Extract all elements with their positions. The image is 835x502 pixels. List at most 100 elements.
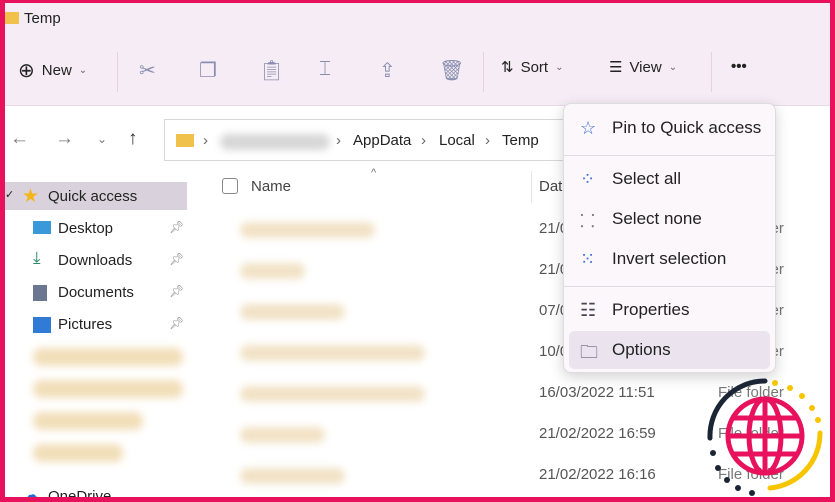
sidebar-item-documents[interactable]: Documents 📌︎ [5,278,187,306]
watermark-globe-logo [707,378,823,496]
menu-item-invert-selection[interactable]: ⁙ Invert selection [569,240,770,278]
sort-button[interactable]: ⇅ Sort ⌄ [501,58,564,77]
star-icon: ☆ [580,118,597,138]
new-label: New [41,62,72,79]
column-divider [531,171,532,203]
sidebar-item-onedrive[interactable]: ☁ OneDrive [5,482,187,497]
sidebar-item-quick-access[interactable]: ✓ ★ Quick access [5,182,187,210]
address-bar[interactable]: › › AppData › Local › Temp [164,119,584,161]
pin-icon[interactable]: 📌︎ [169,252,184,266]
folder-options-icon: 🗀︎ [580,342,598,362]
pin-icon[interactable]: 📌︎ [169,220,184,234]
view-label: View [629,58,662,76]
more-button[interactable]: ••• [731,58,747,75]
up-icon[interactable]: ↑ [128,128,138,150]
redacted-folder-name [240,468,345,484]
new-button[interactable]: ⊕ New ⌄ [18,58,87,83]
cloud-icon: ☁ [23,487,39,497]
row-date: 16/03/2022 11:51 [539,384,655,401]
window-title: Temp [24,10,61,27]
row-date: 21/02/2022 16:59 [539,425,656,442]
redacted-folder-name [240,304,345,320]
copy-icon[interactable]: ❐ [199,58,217,83]
row-date: 21/02/2022 16:16 [539,466,656,483]
divider [483,52,484,92]
redacted-folder-name [240,386,425,402]
sort-label: Sort [520,58,549,76]
chevron-down-icon: ⌄ [555,61,564,73]
pin-icon[interactable]: 📌︎ [169,316,184,330]
share-icon[interactable]: ⇪ [379,58,396,83]
select-all-icon: ⁘ [580,169,596,189]
download-icon: ⤓ [33,248,41,267]
menu-item-label: Pin to Quick access [612,118,762,137]
redacted-folder-name [240,222,375,238]
view-icon: ☰ [609,59,623,76]
cut-icon[interactable]: ✂ [139,58,156,83]
delete-icon[interactable]: 🗑︎ [439,58,464,83]
sidebar-item-label: OneDrive [48,488,112,497]
divider [117,52,118,92]
select-none-icon: ⸬ [580,211,595,231]
plus-icon: ⊕ [18,60,35,82]
divider [711,52,712,92]
sidebar-item-pictures[interactable]: Pictures 📌︎ [5,310,187,338]
more-options-menu: ☆ Pin to Quick access ⁘ Select all ⸬ Select… [563,103,776,373]
menu-item-select-none[interactable]: ⸬ Select none [569,200,770,238]
sidebar-item-label: Desktop [58,220,114,237]
redacted-item [33,412,143,430]
breadcrumb-separator: › [336,132,341,149]
redacted-folder-name [240,427,325,443]
expand-chevron-icon[interactable]: ✓ [5,188,14,201]
menu-separator [564,286,775,287]
breadcrumb-temp[interactable]: Temp [502,132,539,149]
redacted-folder-name [240,345,425,361]
view-button[interactable]: ☰ View ⌄ [609,58,678,77]
desktop-icon [33,221,51,234]
sort-ascending-icon: ^ [371,167,377,179]
breadcrumb-separator: › [203,132,208,149]
pin-icon[interactable]: 📌︎ [169,284,184,298]
chevron-down-icon: ⌄ [668,61,678,73]
menu-item-pin-to-quick-access[interactable]: ☆ Pin to Quick access [569,109,770,147]
redacted-username [220,134,330,150]
sort-icon: ⇅ [501,59,514,76]
folder-icon [176,134,194,147]
breadcrumb-local[interactable]: Local [439,132,475,149]
sidebar-item-label: Documents [58,284,134,301]
select-all-checkbox[interactable] [222,178,238,194]
sidebar-item-label: Quick access [48,188,138,205]
invert-selection-icon: ⁙ [580,249,596,269]
menu-item-properties[interactable]: ☷ Properties [569,291,770,329]
sidebar-item-label: Pictures [58,316,113,333]
back-icon[interactable]: ← [10,128,29,150]
forward-icon[interactable]: → [55,128,74,150]
breadcrumb-appdata[interactable]: AppData [353,132,411,149]
menu-item-label: Select none [612,209,702,228]
menu-separator [564,155,775,156]
menu-item-label: Options [612,340,671,359]
sidebar-item-desktop[interactable]: Desktop 📌︎ [5,214,187,242]
recent-chevron-icon[interactable]: ⌄ [97,132,107,146]
menu-item-select-all[interactable]: ⁘ Select all [569,160,770,198]
sidebar-item-downloads[interactable]: ⤓ Downloads 📌︎ [5,246,187,274]
redacted-folder-name [240,263,305,279]
chevron-down-icon: ⌄ [78,65,88,76]
sidebar: ✓ ★ Quick access Desktop 📌︎ ⤓ Downloads 📌︎ … [5,168,190,497]
title-bar: Temp [5,3,830,43]
menu-item-options[interactable]: 🗀︎ Options [569,331,770,369]
breadcrumb-separator: › [421,132,426,149]
folder-icon [5,12,19,24]
sidebar-item-label: Downloads [58,252,133,269]
column-header-name[interactable]: Name [251,178,291,195]
rename-icon[interactable]: ⌶ [319,58,331,81]
redacted-item [33,348,183,366]
paste-icon[interactable]: 📋︎ [259,58,284,83]
redacted-item [33,380,183,398]
breadcrumb-separator: › [485,132,490,149]
document-icon [33,285,47,301]
pictures-icon [33,317,51,333]
menu-item-label: Select all [612,169,681,188]
redacted-item [33,444,123,462]
menu-item-label: Properties [612,300,690,319]
